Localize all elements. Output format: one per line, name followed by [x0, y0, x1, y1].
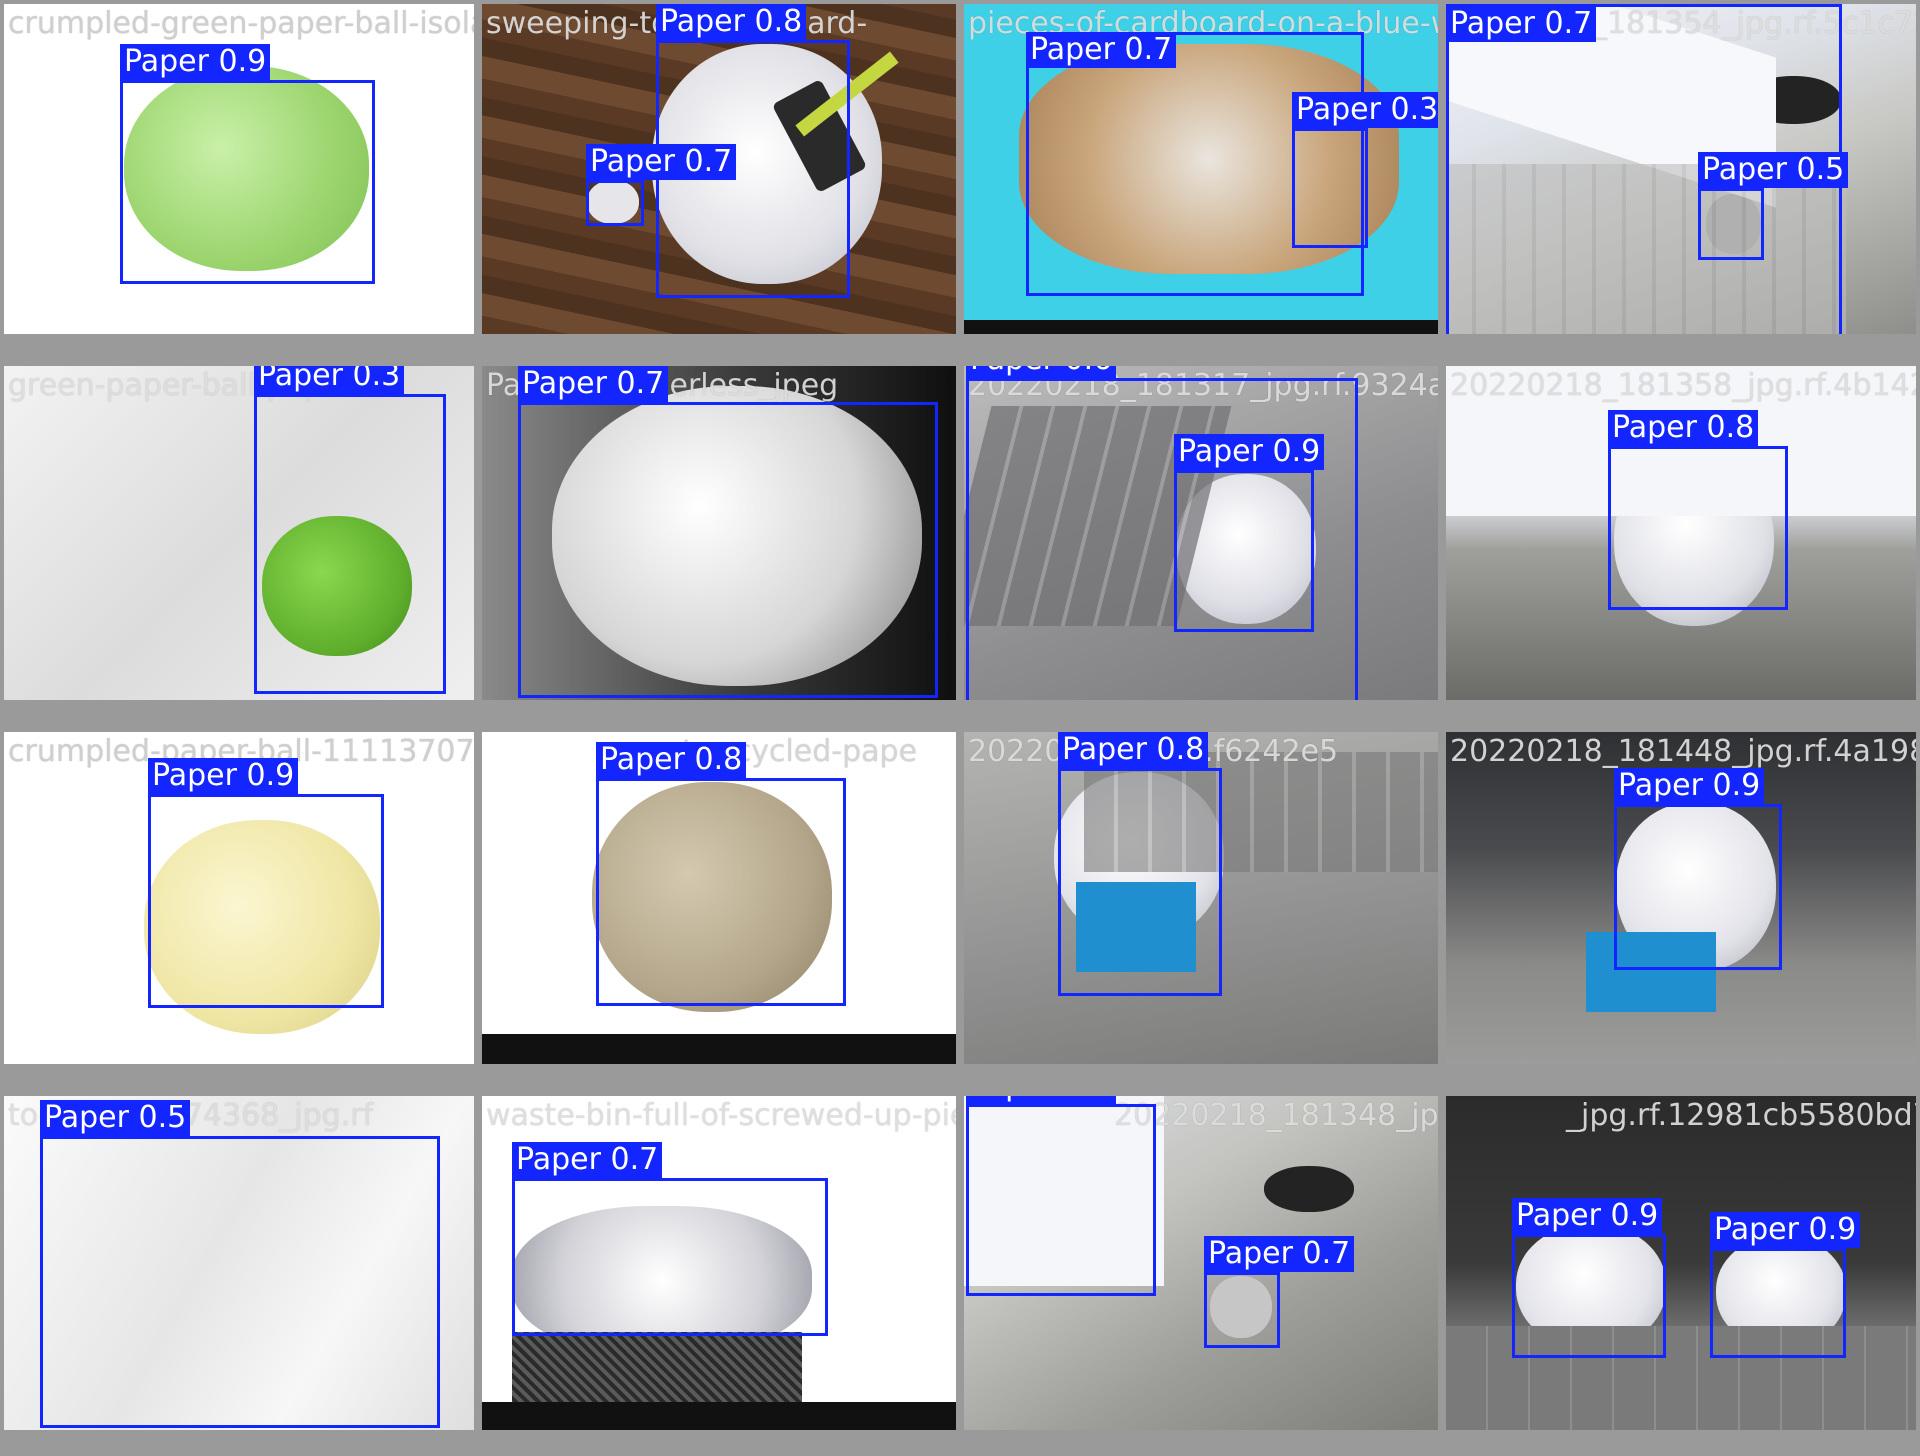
detection-box [120, 80, 375, 284]
tile-r1c1: crumpled-green-paper-ball-isolated-white… [4, 4, 474, 334]
tile-r2c1: green-paper-ball-paper- Paper 0.3 [4, 366, 474, 700]
tile-r2c2: Pa-e-Go-Paperless_jpeg Paper 0.7 [482, 366, 956, 700]
detection-box [1204, 1272, 1280, 1348]
stock-footer-bar [482, 1402, 956, 1430]
detection-label: Paper 0.9 [1614, 768, 1765, 804]
stock-footer-bar [482, 1034, 956, 1064]
tile-r3c4: 20220218_181448_jpg.rf.4a198d Paper 0.9 [1446, 732, 1916, 1064]
tile-r1c3: pieces-of-cardboard-on-a-blue-w Paper 0.… [964, 4, 1438, 334]
detection-box [518, 402, 938, 698]
tile-r4c1: to-paper-9974368_jpg.rf Paper 0.5 [4, 1096, 474, 1430]
mouse [1264, 1166, 1354, 1212]
detection-label: Paper 0.9 [1174, 434, 1325, 470]
detection-mosaic: crumpled-green-paper-ball-isolated-white… [0, 0, 1920, 1456]
detection-label: Paper 0.7 [1446, 6, 1597, 42]
detection-label: Paper 0.3 [966, 1096, 1117, 1104]
detection-box [148, 794, 384, 1008]
detection-box [586, 180, 644, 226]
detection-box [1710, 1248, 1846, 1358]
detection-label: Paper 0.9 [1512, 1198, 1663, 1234]
detection-label: Paper 0.8 [1058, 732, 1209, 768]
detection-box [512, 1178, 828, 1336]
detection-label: Paper 0.7 [586, 144, 737, 180]
detection-box [966, 1104, 1156, 1296]
detection-box [254, 394, 446, 694]
detection-label: Paper 0.8 [656, 4, 807, 40]
tile-filename: crumpled-green-paper-ball-isolated-white [8, 6, 474, 41]
detection-label: Paper 0.7 [1026, 32, 1177, 68]
detection-label: Paper 0.8 [596, 742, 747, 778]
detection-box [1608, 446, 1788, 610]
detection-box [1698, 188, 1764, 260]
tile-r4c3: 20220218_181348_jpg.rf.053fcdc Paper 0.3… [964, 1096, 1438, 1430]
detection-label: Paper 0.9 [148, 758, 299, 794]
detection-box [40, 1136, 440, 1428]
tile-filename: 20220218_181448_jpg.rf.4a198d [1450, 734, 1916, 769]
detection-box [596, 778, 846, 1006]
tile-filename: _jpg.rf.12981cb5580bd730 [1566, 1098, 1916, 1133]
tile-r3c3: 20220-38_jpg.rf.f6242e5 Paper 0.8 [964, 732, 1438, 1064]
detection-label: Paper 0.3 [254, 366, 405, 394]
tile-filename: 20220218_181348_jpg.rf.053fcdc [1114, 1098, 1438, 1133]
tile-r2c3: 20220218_181317_jpg.rf.9324ad Paper 0.6 … [964, 366, 1438, 700]
tile-r4c4: _jpg.rf.12981cb5580bd730 Paper 0.9 Paper… [1446, 1096, 1916, 1430]
detection-label: Paper 0.8 [1608, 410, 1759, 446]
tile-r3c1: crumpled-paper-ball-11113707_jpg.rf.316 … [4, 732, 474, 1064]
detection-label: Paper 0.3 [1292, 92, 1438, 128]
detection-label: Paper 0.7 [512, 1142, 663, 1178]
detection-label: Paper 0.7 [518, 366, 669, 402]
detection-box [1512, 1234, 1666, 1358]
tile-filename: 20220218_181358_jpg.rf.4b142c [1450, 368, 1916, 403]
tile-r2c4: 20220218_181358_jpg.rf.4b142c Paper 0.8 [1446, 366, 1916, 700]
detection-box [1174, 470, 1314, 632]
tile-r1c4: _181354_jpg.rf.5c1c72 Paper 0.7 Paper 0.… [1446, 4, 1916, 334]
detection-label: Paper 0.9 [120, 44, 271, 80]
detection-box [1292, 128, 1368, 248]
detection-label: Paper 0.9 [1710, 1212, 1861, 1248]
waste-bin [512, 1332, 802, 1412]
detection-box [1614, 804, 1782, 970]
detection-label: Paper 0.5 [1698, 152, 1849, 188]
stock-footer-bar [964, 320, 1438, 334]
tile-filename: waste-bin-full-of-screwed-up-piec [486, 1098, 956, 1133]
tile-r4c2: waste-bin-full-of-screwed-up-piec Paper … [482, 1096, 956, 1430]
tile-r1c2: sweeping-to-pieces-hard- Paper 0.8 Paper… [482, 4, 956, 334]
tile-r3c2: t-recycled-pape Paper 0.8 [482, 732, 956, 1064]
detection-box [1058, 768, 1222, 996]
detection-label: Paper 0.6 [966, 366, 1117, 378]
detection-label: Paper 0.7 [1204, 1236, 1355, 1272]
detection-label: Paper 0.5 [40, 1100, 191, 1136]
